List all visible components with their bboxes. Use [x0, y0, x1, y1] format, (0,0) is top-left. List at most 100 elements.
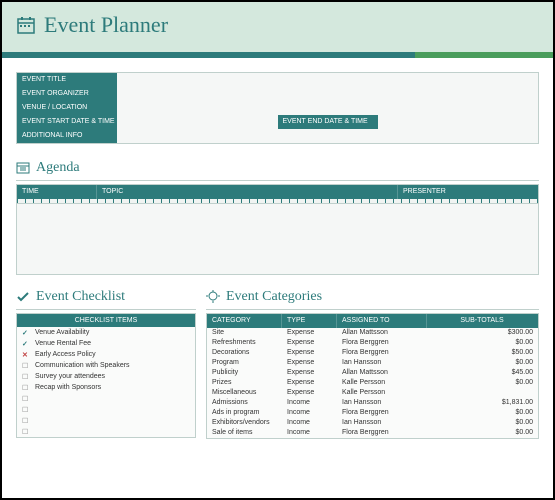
category-row[interactable]: RefreshmentsExpenseFlora Berggren$0.00 — [207, 338, 538, 348]
checklist-item-label: Communication with Speakers — [35, 362, 130, 369]
category-row[interactable]: PublicityExpenseAllan Mattsson$45.00 — [207, 368, 538, 378]
calendar-icon — [16, 15, 36, 35]
cell-category: Miscellaneous — [209, 388, 284, 398]
col-category: CATEGORY — [207, 314, 282, 328]
cell-assigned: Flora Berggren — [339, 428, 429, 438]
field-organizer[interactable] — [117, 87, 538, 101]
cell-type: Expense — [284, 388, 339, 398]
col-presenter: PRESENTER — [398, 185, 538, 199]
cell-type: Income — [284, 418, 339, 428]
checklist-row[interactable]: ☐ — [17, 426, 195, 437]
cell-assigned: Flora Berggren — [339, 338, 429, 348]
cell-category: Refreshments — [209, 338, 284, 348]
col-topic: TOPIC — [97, 185, 398, 199]
cell-category: Exhibitors/vendors — [209, 418, 284, 428]
field-event-title[interactable] — [117, 73, 538, 87]
cell-subtotal: $0.00 — [429, 338, 536, 348]
category-row[interactable]: Exhibitors/vendorsIncomeIan Hansson$0.00 — [207, 418, 538, 428]
cell-subtotal: $50.00 — [429, 348, 536, 358]
cell-type: Income — [284, 428, 339, 438]
cell-assigned: Kalle Persson — [339, 378, 429, 388]
cell-type: Income — [284, 408, 339, 418]
field-venue[interactable] — [117, 101, 538, 115]
cell-assigned: Ian Hansson — [339, 358, 429, 368]
lightbulb-icon — [206, 290, 220, 304]
checklist-row[interactable]: ☐ Recap with Sponsors — [17, 382, 195, 393]
agenda-icon — [16, 161, 30, 175]
cell-assigned: Flora Berggren — [339, 348, 429, 358]
cell-subtotal: $0.00 — [429, 358, 536, 368]
checklist-row[interactable]: ☐ Survey your attendees — [17, 371, 195, 382]
agenda-title: Agenda — [36, 160, 80, 176]
cell-assigned: Flora Berggren — [339, 408, 429, 418]
cell-category: Site — [209, 328, 284, 338]
category-row[interactable]: SiteExpenseAllan Mattsson$300.00 — [207, 328, 538, 338]
page-title: Event Planner — [44, 12, 168, 38]
category-row[interactable]: Ads in programIncomeFlora Berggren$0.00 — [207, 408, 538, 418]
checklist-table: CHECKLIST ITEMS ✓Venue Availability✓Venu… — [16, 313, 196, 438]
checklist-row[interactable]: ✓ Venue Rental Fee — [17, 338, 195, 349]
event-details: EVENT TITLE EVENT ORGANIZER VENUE / LOCA… — [16, 72, 539, 144]
label-start: EVENT START DATE & TIME — [17, 115, 117, 129]
cell-type: Expense — [284, 358, 339, 368]
cell-subtotal: $1,831.00 — [429, 398, 536, 408]
checklist-row[interactable]: ✓ Venue Availability — [17, 327, 195, 338]
category-row[interactable]: PrizesExpenseKalle Persson$0.00 — [207, 378, 538, 388]
checkbox-icon[interactable]: ☐ — [22, 406, 30, 414]
label-additional: ADDITIONAL INFO — [17, 129, 117, 143]
cell-subtotal: $0.00 — [429, 428, 536, 438]
field-end[interactable] — [378, 115, 539, 129]
cell-type: Expense — [284, 368, 339, 378]
cell-subtotal: $0.00 — [429, 418, 536, 428]
cell-category: Sale of items — [209, 428, 284, 438]
cell-assigned: Allan Mattsson — [339, 368, 429, 378]
categories-title: Event Categories — [226, 289, 322, 305]
checklist-item-label: Venue Availability — [35, 329, 89, 336]
checklist-row[interactable]: ☐ — [17, 393, 195, 404]
checkbox-icon[interactable]: ☐ — [22, 384, 30, 392]
category-row[interactable]: DecorationsExpenseFlora Berggren$50.00 — [207, 348, 538, 358]
category-row[interactable]: MiscellaneousExpenseKalle Persson — [207, 388, 538, 398]
cell-category: Decorations — [209, 348, 284, 358]
agenda-body[interactable] — [17, 204, 538, 274]
cell-category: Admissions — [209, 398, 284, 408]
checkbox-icon[interactable]: ☐ — [22, 417, 30, 425]
checklist-row[interactable]: ☐ Communication with Speakers — [17, 360, 195, 371]
cell-category: Publicity — [209, 368, 284, 378]
checklist-row[interactable]: ☐ — [17, 404, 195, 415]
checkmark-icon[interactable]: ✓ — [22, 340, 30, 348]
checkbox-icon[interactable]: ☐ — [22, 373, 30, 381]
label-venue: VENUE / LOCATION — [17, 101, 117, 115]
cell-type: Income — [284, 398, 339, 408]
col-time: TIME — [17, 185, 97, 199]
checkbox-icon[interactable]: ☐ — [22, 395, 30, 403]
col-assigned: ASSIGNED TO — [337, 314, 427, 328]
category-row[interactable]: Sale of itemsIncomeFlora Berggren$0.00 — [207, 428, 538, 438]
checklist-row[interactable]: ✕Early Access Policy — [17, 349, 195, 360]
x-icon[interactable]: ✕ — [22, 351, 30, 359]
category-row[interactable]: ProgramExpenseIan Hansson$0.00 — [207, 358, 538, 368]
checklist-heading: Event Checklist — [16, 289, 196, 307]
checkbox-icon[interactable]: ☐ — [22, 428, 30, 436]
checklist-item-label: Recap with Sponsors — [35, 384, 101, 391]
checklist-item-label: Survey your attendees — [35, 373, 105, 380]
cell-category: Prizes — [209, 378, 284, 388]
field-additional[interactable] — [117, 129, 538, 143]
label-end: EVENT END DATE & TIME — [278, 115, 378, 129]
cell-assigned: Kalle Persson — [339, 388, 429, 398]
checkmark-icon[interactable]: ✓ — [22, 329, 30, 337]
label-organizer: EVENT ORGANIZER — [17, 87, 117, 101]
cell-subtotal — [429, 388, 536, 398]
field-start[interactable] — [117, 115, 278, 129]
agenda-heading: Agenda — [16, 160, 539, 178]
categories-heading: Event Categories — [206, 289, 539, 307]
cell-assigned: Allan Mattsson — [339, 328, 429, 338]
label-event-title: EVENT TITLE — [17, 73, 117, 87]
checklist-row[interactable]: ☐ — [17, 415, 195, 426]
checkbox-icon[interactable]: ☐ — [22, 362, 30, 370]
category-row[interactable]: AdmissionsIncomeIan Hansson$1,831.00 — [207, 398, 538, 408]
check-icon — [16, 290, 30, 304]
checklist-item-label: Venue Rental Fee — [35, 340, 91, 347]
cell-type: Expense — [284, 348, 339, 358]
cell-subtotal: $300.00 — [429, 328, 536, 338]
